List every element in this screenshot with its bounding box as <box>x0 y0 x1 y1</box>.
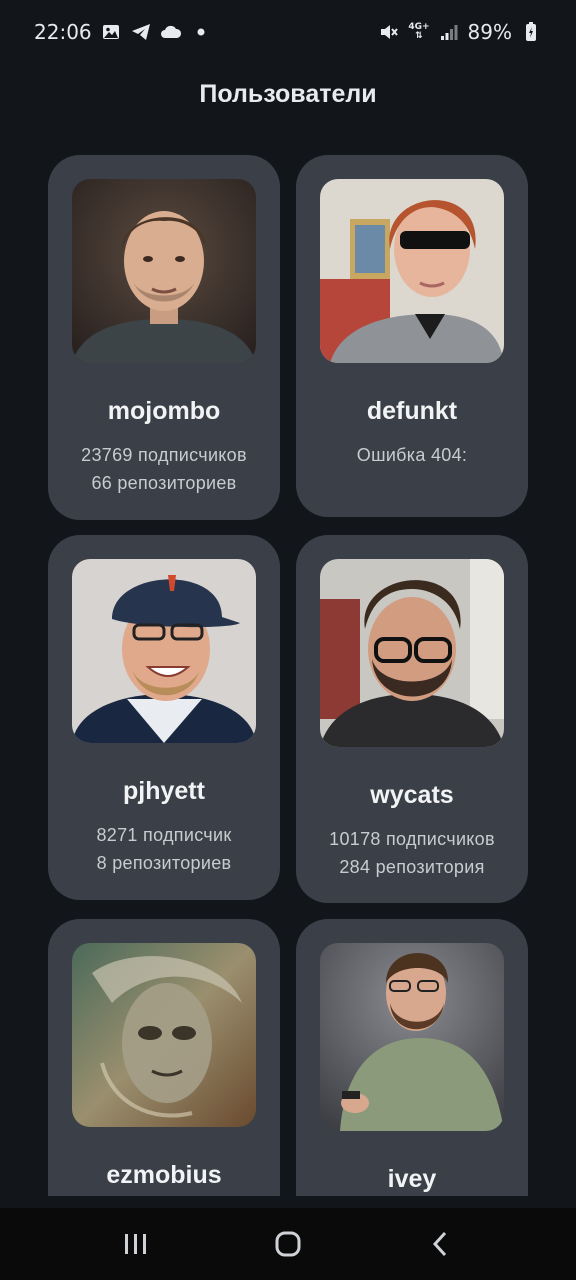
status-right: 4G+ ⇅ 89% <box>378 20 542 44</box>
status-left: 22:06 <box>34 20 212 44</box>
page-title: Пользователи <box>199 80 377 108</box>
cloud-icon <box>160 21 182 43</box>
back-button[interactable] <box>410 1214 470 1274</box>
user-avatar <box>72 179 256 363</box>
battery-icon <box>520 21 542 43</box>
user-card-ezmobius[interactable]: ezmobius <box>48 919 280 1196</box>
telegram-icon <box>130 21 152 43</box>
recents-icon <box>125 1234 146 1254</box>
updown-arrows-icon: ⇅ <box>415 31 423 41</box>
gallery-icon <box>100 21 122 43</box>
battery-percent: 89% <box>467 20 512 44</box>
user-avatar <box>320 179 504 363</box>
users-grid[interactable]: mojombo 23769 подписчиков 66 репозиторие… <box>0 150 576 1196</box>
mute-icon <box>378 21 400 43</box>
status-bar: 22:06 4G+ ⇅ 89% <box>0 0 576 64</box>
error-message: Ошибка 404: <box>356 445 468 465</box>
clock: 22:06 <box>34 20 92 44</box>
dot-icon <box>190 21 212 43</box>
back-icon <box>432 1231 447 1257</box>
user-card-wycats[interactable]: wycats 10178 подписчиков 284 репозитория <box>296 535 528 903</box>
repos-count: 284 репозитория <box>339 857 485 877</box>
user-name: wycats <box>370 781 454 809</box>
home-button[interactable] <box>258 1214 318 1274</box>
user-name: defunkt <box>366 397 458 425</box>
signal-icon <box>438 21 460 43</box>
user-name: ivey <box>387 1165 437 1193</box>
user-card-pjhyett[interactable]: pjhyett 8271 подписчик 8 репозиториев <box>48 535 280 900</box>
user-card-mojombo[interactable]: mojombo 23769 подписчиков 66 репозиторие… <box>48 155 280 520</box>
user-avatar <box>320 559 504 747</box>
user-avatar <box>320 943 504 1131</box>
network-type-icon: 4G+ ⇅ <box>408 23 429 41</box>
user-name: mojombo <box>107 397 221 425</box>
user-name: pjhyett <box>123 777 205 805</box>
user-card-ivey[interactable]: ivey <box>296 919 528 1196</box>
repos-count: 8 репозиториев <box>96 853 232 873</box>
home-icon <box>275 1231 301 1257</box>
user-card-defunkt[interactable]: defunkt Ошибка 404: <box>296 155 528 517</box>
user-name: ezmobius <box>106 1161 222 1189</box>
user-avatar <box>72 943 256 1127</box>
user-avatar <box>72 559 256 743</box>
followers-count: 23769 подписчиков <box>81 445 247 465</box>
repos-count: 66 репозиториев <box>91 473 237 493</box>
system-nav-bar <box>0 1208 576 1280</box>
recents-button[interactable] <box>106 1214 166 1274</box>
followers-count: 8271 подписчик <box>96 825 232 845</box>
followers-count: 10178 подписчиков <box>329 829 495 849</box>
